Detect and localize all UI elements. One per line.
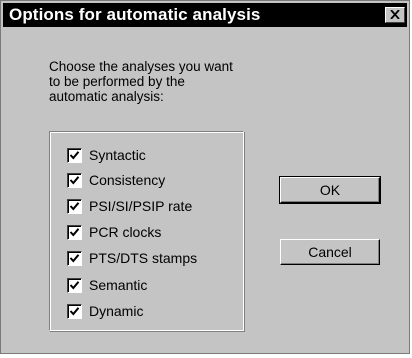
instruction-line: automatic analysis:	[49, 89, 164, 104]
checkmark-icon	[69, 280, 80, 290]
checkbox-label: PTS/DTS stamps	[89, 250, 198, 266]
checkbox-box[interactable]	[67, 224, 82, 240]
options-dialog: Options for automatic analysis Choose th…	[0, 0, 410, 354]
checkbox-consistency[interactable]: Consistency	[67, 171, 165, 189]
checkbox-pcr-clocks[interactable]: PCR clocks	[67, 223, 161, 241]
checkbox-psi-si-psip-rate[interactable]: PSI/SI/PSIP rate	[67, 197, 192, 215]
checkmark-icon	[69, 175, 80, 185]
checkmark-icon	[69, 201, 80, 211]
checkbox-box[interactable]	[67, 250, 82, 266]
checkmark-icon	[69, 227, 80, 237]
checkbox-syntactic[interactable]: Syntactic	[67, 146, 146, 164]
checkbox-box[interactable]	[67, 198, 82, 214]
cancel-button[interactable]: Cancel	[280, 239, 380, 265]
checkmark-icon	[69, 150, 80, 160]
checkbox-box[interactable]	[67, 147, 82, 163]
checkbox-label: Consistency	[89, 172, 166, 188]
checkbox-box[interactable]	[67, 303, 82, 319]
instruction-line: Choose the analyses you want	[49, 59, 233, 74]
close-icon	[390, 10, 400, 19]
checkbox-pts-dts-stamps[interactable]: PTS/DTS stamps	[67, 249, 197, 267]
ok-button[interactable]: OK	[279, 176, 381, 204]
checkbox-label: PCR clocks	[89, 224, 162, 240]
checkmark-icon	[69, 253, 80, 263]
close-button[interactable]	[385, 7, 405, 23]
checkbox-label: PSI/SI/PSIP rate	[89, 198, 193, 214]
dialog-title: Options for automatic analysis	[9, 5, 261, 24]
checkbox-label: Syntactic	[89, 147, 146, 163]
checkbox-dynamic[interactable]: Dynamic	[67, 302, 143, 320]
instruction-line: to be performed by the	[49, 74, 185, 89]
checkbox-semantic[interactable]: Semantic	[67, 276, 147, 294]
checkbox-label: Dynamic	[89, 303, 144, 319]
checkbox-box[interactable]	[67, 172, 82, 188]
instruction-text: Choose the analyses you want to be perfo…	[49, 59, 279, 104]
checkbox-label: Semantic	[89, 277, 148, 293]
title-bar[interactable]: Options for automatic analysis	[3, 3, 407, 27]
checkmark-icon	[69, 306, 80, 316]
checkbox-box[interactable]	[67, 277, 82, 293]
